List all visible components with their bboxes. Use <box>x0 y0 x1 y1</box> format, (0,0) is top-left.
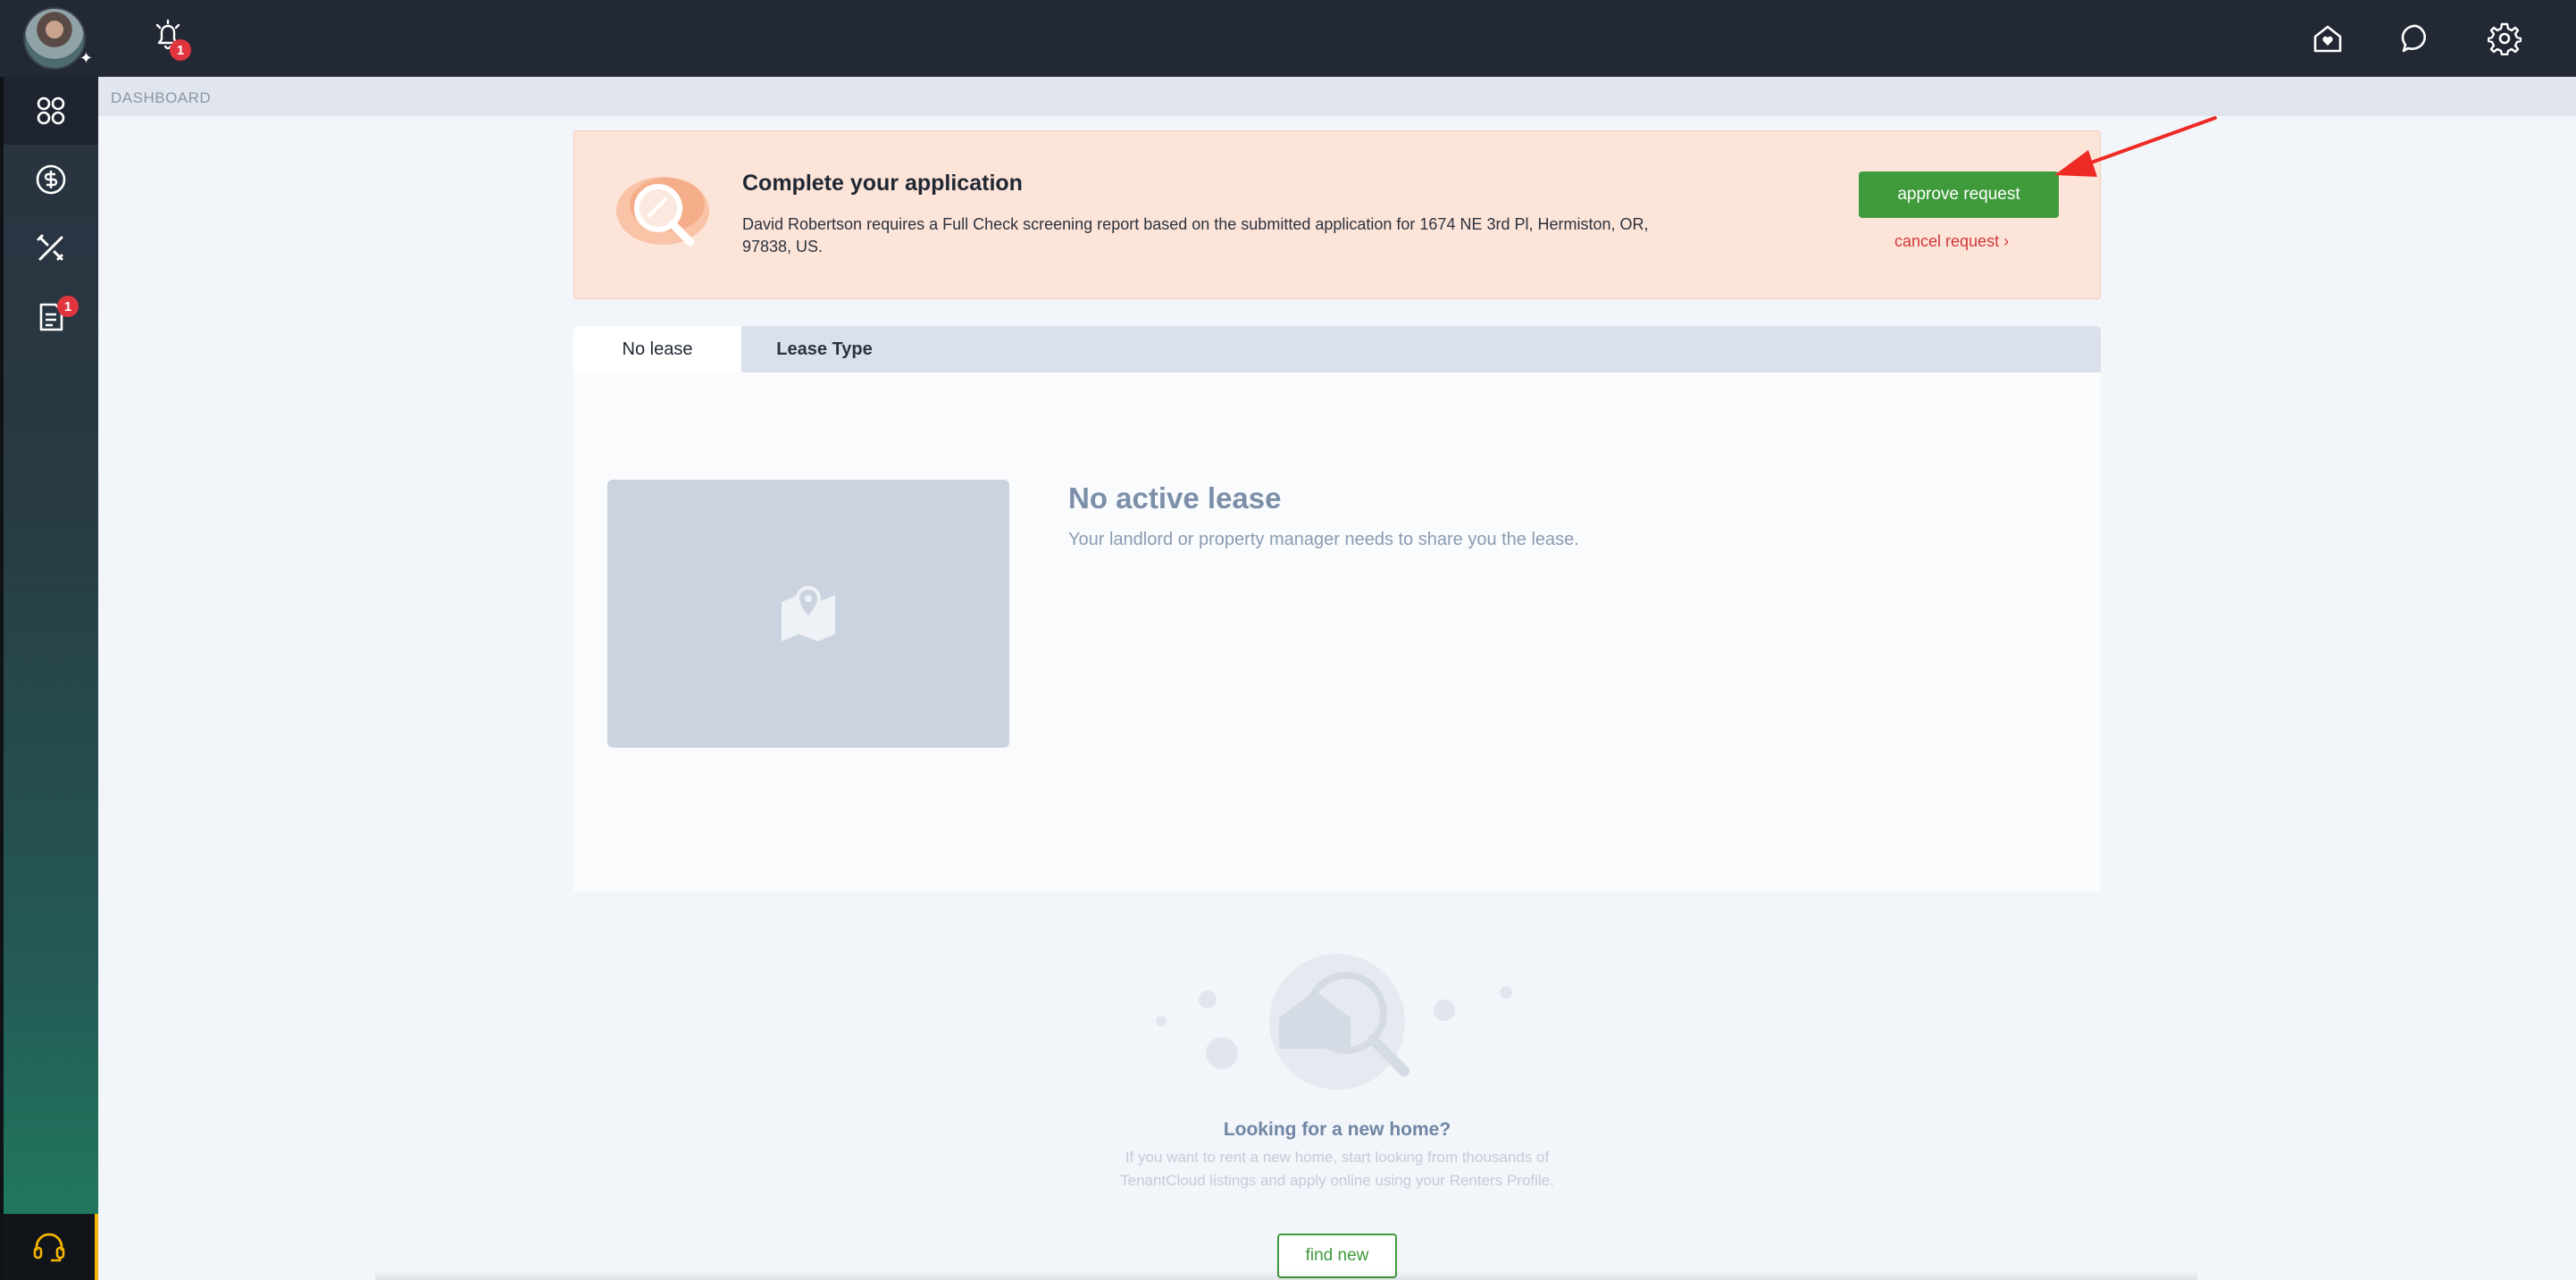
approve-request-button[interactable]: approve request <box>1859 172 2059 218</box>
support-button[interactable] <box>4 1214 98 1280</box>
sidebar-item-documents[interactable]: 1 <box>4 283 98 351</box>
breadcrumb: DASHBOARD <box>111 89 212 106</box>
dollar-icon <box>36 164 66 195</box>
application-alert: Complete your application David Robertso… <box>573 130 2101 299</box>
notifications-button[interactable]: 1 <box>150 18 195 63</box>
settings-button[interactable] <box>2484 18 2525 59</box>
lease-card: No lease Lease Type No active lease Your… <box>573 326 2101 1280</box>
properties-button[interactable] <box>2307 18 2348 59</box>
notification-badge: 1 <box>170 39 191 61</box>
sidebar-item-maintenance[interactable] <box>4 214 98 282</box>
red-arrow-annotation-icon <box>2054 116 2217 177</box>
chat-icon <box>2401 24 2426 53</box>
tools-icon <box>37 234 63 261</box>
magnifier-illustration-icon <box>616 177 709 247</box>
no-active-lease-title: No active lease <box>1068 481 1282 515</box>
lease-tabs: No lease Lease Type <box>573 326 2101 372</box>
find-home-section: Looking for a new home? If you want to r… <box>573 892 2101 1280</box>
top-bar: ✦ 1 <box>0 0 2576 77</box>
sidebar-item-payments[interactable] <box>4 146 98 213</box>
user-avatar-button[interactable]: ✦ <box>23 7 93 71</box>
documents-badge: 1 <box>57 296 79 317</box>
avatar <box>23 7 86 70</box>
gear-icon <box>2488 22 2522 55</box>
tab-no-lease[interactable]: No lease <box>573 326 741 372</box>
grid-icon <box>37 96 65 125</box>
sidebar: 1 <box>4 77 98 1280</box>
lease-image-placeholder <box>607 480 1009 748</box>
bottom-shadow <box>375 1270 2197 1280</box>
find-home-title: Looking for a new home? <box>1223 1119 1451 1140</box>
cancel-request-link[interactable]: cancel request › <box>1894 232 2009 251</box>
messages-button[interactable] <box>2396 18 2437 59</box>
house-search-illustration-icon <box>1156 954 1512 1090</box>
headset-icon <box>33 1233 65 1262</box>
alert-text: David Robertson requires a Full Check sc… <box>742 215 1649 255</box>
home-heart-icon <box>2313 25 2342 53</box>
alert-title: Complete your application <box>742 171 1023 196</box>
find-home-text: If you want to rent a new home, start lo… <box>1120 1149 1554 1189</box>
sidebar-item-dashboard[interactable] <box>4 77 98 145</box>
map-pin-icon <box>782 585 835 641</box>
pin-icon: ✦ <box>79 49 93 67</box>
tab-lease-type[interactable]: Lease Type <box>741 326 907 372</box>
no-active-lease-subtitle: Your landlord or property manager needs … <box>1068 530 1579 549</box>
